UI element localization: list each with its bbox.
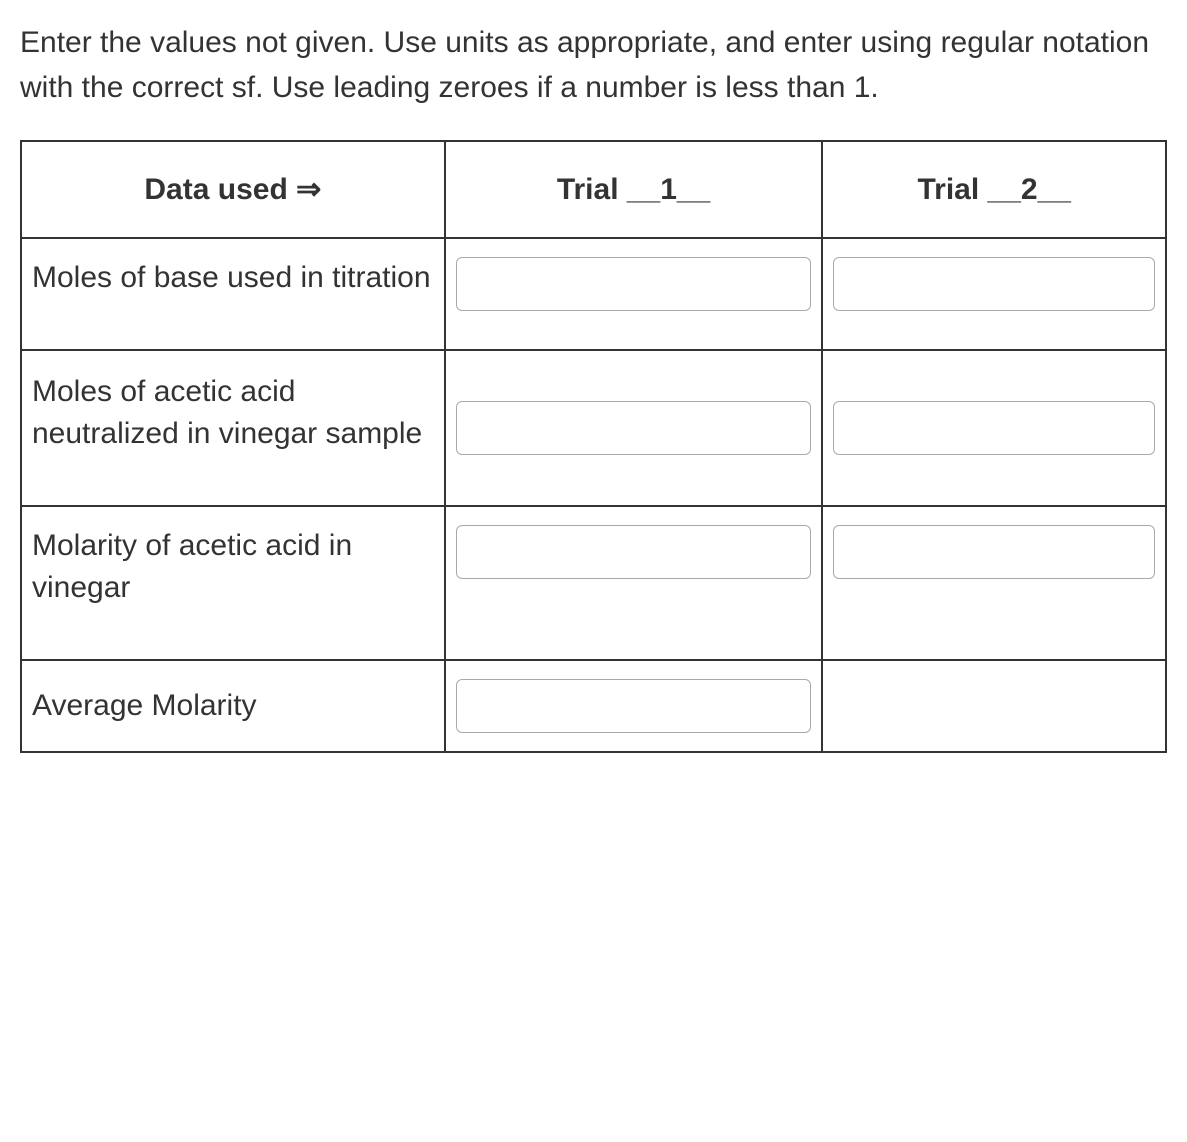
header-trial1: Trial __1__ [445, 141, 823, 238]
header-trial2: Trial __2__ [822, 141, 1166, 238]
table-row: Molarity of acetic acid in vinegar [21, 506, 1166, 660]
table-row: Moles of acetic acid neutralized in vine… [21, 350, 1166, 506]
row-label-molarity: Molarity of acetic acid in vinegar [21, 506, 445, 660]
data-table: Data used ⇒ Trial __1__ Trial __2__ Mole… [20, 140, 1167, 753]
row-label-moles-acetic: Moles of acetic acid neutralized in vine… [21, 350, 445, 506]
table-header-row: Data used ⇒ Trial __1__ Trial __2__ [21, 141, 1166, 238]
header-data-used: Data used ⇒ [21, 141, 445, 238]
table-row: Moles of base used in titration [21, 238, 1166, 350]
row-label-moles-base: Moles of base used in titration [21, 238, 445, 350]
average-molarity-input[interactable] [456, 679, 812, 733]
table-row: Average Molarity [21, 660, 1166, 752]
molarity-trial1-input[interactable] [456, 525, 812, 579]
instructions-text: Enter the values not given. Use units as… [20, 20, 1167, 110]
molarity-trial2-input[interactable] [833, 525, 1155, 579]
row-label-average: Average Molarity [21, 660, 445, 752]
moles-acetic-trial2-input[interactable] [833, 401, 1155, 455]
empty-cell [822, 660, 1166, 752]
moles-base-trial1-input[interactable] [456, 257, 812, 311]
moles-base-trial2-input[interactable] [833, 257, 1155, 311]
moles-acetic-trial1-input[interactable] [456, 401, 812, 455]
